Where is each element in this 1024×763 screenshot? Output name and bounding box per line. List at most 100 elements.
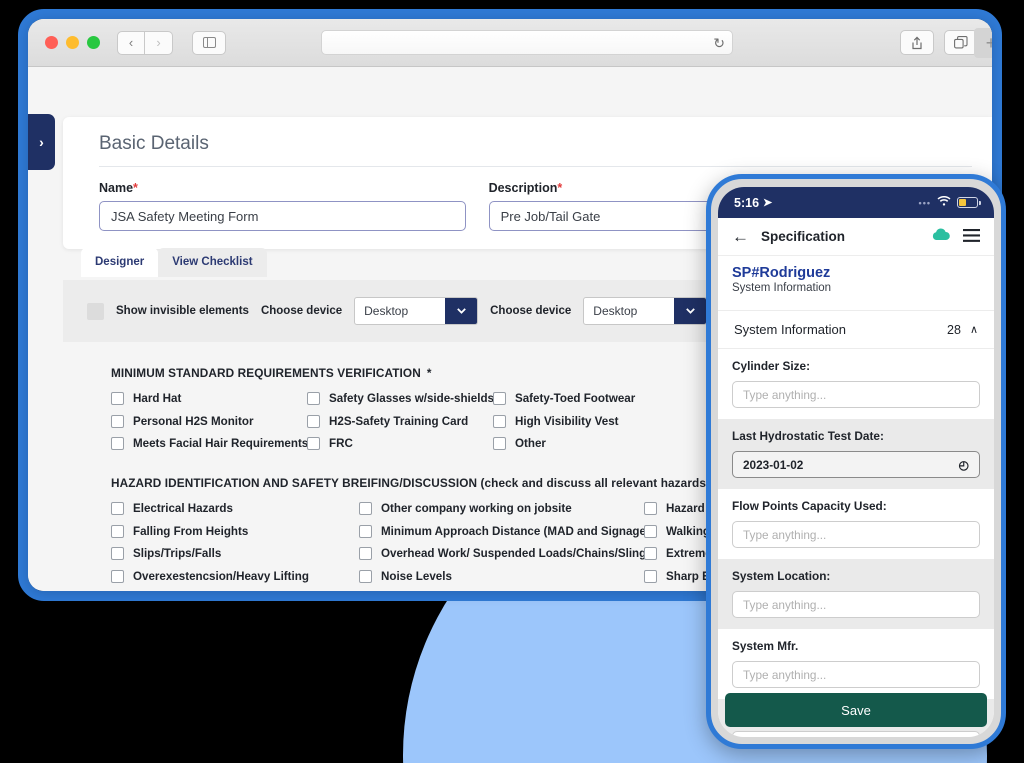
phone-form-list: Cylinder Size: Type anything... Last Hyd… <box>718 349 994 737</box>
checkbox-icon[interactable] <box>111 392 124 405</box>
checklist-item[interactable]: Minimum Approach Distance (MAD and Signa… <box>359 524 650 538</box>
checklist-item[interactable]: Overexestencsion/Heavy Lifting <box>111 569 359 583</box>
checklist-item[interactable]: Falling From Heights <box>111 524 359 538</box>
checkbox-icon[interactable] <box>493 414 506 428</box>
checkbox-icon[interactable] <box>307 437 320 450</box>
back-arrow-icon[interactable]: ← <box>732 227 749 247</box>
field-label: System Mfr. <box>732 639 799 653</box>
name-label: Name* <box>99 181 138 195</box>
location-arrow-icon: ➤ <box>763 197 773 209</box>
checkbox-icon[interactable] <box>111 547 124 560</box>
field-input[interactable]: 2023-01-02 ◴ <box>732 451 980 478</box>
minimize-window-button[interactable] <box>66 36 79 49</box>
checkbox-icon[interactable] <box>359 524 372 538</box>
reload-icon[interactable]: ↻ <box>713 36 725 50</box>
signal-dots-icon: ••• <box>918 197 931 208</box>
section-accordion-system-information[interactable]: System Information 28 ∧ <box>718 310 994 349</box>
new-tab-button[interactable]: + <box>974 28 992 58</box>
checkbox-icon[interactable] <box>644 569 657 583</box>
forward-icon[interactable]: › <box>145 30 173 55</box>
tab-view-checklist[interactable]: View Checklist <box>158 248 267 277</box>
checkbox-icon[interactable] <box>111 502 124 515</box>
device-select-1-value: Desktop <box>364 304 409 318</box>
checklist-item[interactable]: High Visibility Vest <box>493 414 635 428</box>
device-select-1[interactable]: Desktop <box>354 297 479 325</box>
field-input[interactable]: Type anything... <box>732 381 980 408</box>
hamburger-menu-icon[interactable] <box>963 228 980 245</box>
checklist-item[interactable]: Other <box>493 437 635 450</box>
checklist-item[interactable]: Other company working on jobsite <box>359 502 644 515</box>
address-bar[interactable]: ↻ <box>321 30 733 55</box>
checklist-column: Electrical Hazards Falling From Heights … <box>111 502 359 591</box>
screenshot-stage: ‹ › ↻ + › Basic Details Name* JSA Safety… <box>0 0 1024 763</box>
name-field-group: Name* JSA Safety Meeting Form <box>99 181 466 231</box>
checkbox-icon[interactable] <box>307 414 320 428</box>
tab-designer[interactable]: Designer <box>81 248 159 277</box>
maximize-window-button[interactable] <box>87 36 100 49</box>
field-label: Last Hydrostatic Test Date: <box>732 429 884 443</box>
checkbox-icon[interactable] <box>644 547 657 560</box>
checklist-item[interactable]: Safety Glasses w/side-shields <box>307 392 494 405</box>
checkbox-icon[interactable] <box>493 437 506 450</box>
close-window-button[interactable] <box>45 36 58 49</box>
browser-toolbar: ‹ › ↻ + <box>28 19 992 67</box>
checklist-item[interactable]: Noise Levels <box>359 569 644 583</box>
checklist-item[interactable]: Personal H2S Monitor <box>111 414 307 428</box>
checklist-item[interactable]: Meets Facial Hair Requirements <box>111 437 308 450</box>
device-select-2[interactable]: Desktop <box>583 297 708 325</box>
required-marker: * <box>133 181 138 195</box>
status-indicators: ••• <box>918 195 981 209</box>
checklist-item[interactable]: Slips/Trips/Falls <box>111 547 359 560</box>
save-button[interactable]: Save <box>725 693 987 727</box>
checklist-item[interactable]: Safety-Toed Footwear <box>493 392 635 405</box>
battery-icon <box>957 197 981 208</box>
checklist-item[interactable]: H2S-Safety Training Card <box>307 414 493 428</box>
checklist-column: Other company working on jobsite Minimum… <box>359 502 653 591</box>
checkbox-icon[interactable] <box>111 524 124 538</box>
checklist-item[interactable]: Hard Hat <box>111 392 307 405</box>
checkbox-icon[interactable] <box>307 392 320 405</box>
status-time: 5:16 <box>734 195 760 210</box>
field-group-cylinder-size: Cylinder Size: Type anything... <box>718 349 994 419</box>
sidebar-toggle-icon[interactable] <box>192 30 226 55</box>
view-tabs: Designer View Checklist <box>81 248 267 277</box>
checkbox-icon[interactable] <box>111 414 124 428</box>
checklist-item[interactable]: Electrical Hazards <box>111 502 359 515</box>
clock-icon[interactable]: ◴ <box>959 458 969 472</box>
checklist-column: Safety Glasses w/side-shields H2S-Safety… <box>307 392 494 450</box>
required-marker: * <box>557 181 563 195</box>
field-input[interactable]: Type anything... <box>732 591 980 618</box>
phone-status-bar: 5:16 ➤ ••• <box>718 187 994 218</box>
field-group-system-location: System Location: Type anything... <box>718 559 994 629</box>
share-icon[interactable] <box>900 30 934 55</box>
chevron-down-icon[interactable] <box>674 298 707 324</box>
field-input[interactable]: Type anything... <box>732 521 980 548</box>
checklist-item[interactable]: FRC <box>307 437 493 450</box>
window-traffic-lights <box>45 36 100 49</box>
checkbox-icon[interactable] <box>644 502 657 515</box>
name-input[interactable]: JSA Safety Meeting Form <box>99 201 466 231</box>
field-label: System Location: <box>732 569 831 583</box>
checkbox-icon[interactable] <box>359 569 372 583</box>
sidebar-expand-button[interactable]: › <box>28 114 55 170</box>
field-group-last-hydrostatic-test-date: Last Hydrostatic Test Date: 2023-01-02 ◴ <box>718 419 994 489</box>
show-invisible-checkbox[interactable] <box>87 302 104 320</box>
checkbox-icon[interactable] <box>111 437 124 450</box>
checkbox-icon[interactable] <box>359 547 372 560</box>
chevron-up-icon[interactable]: ∧ <box>970 323 978 336</box>
field-group-system-mfr: System Mfr. Type anything... <box>718 629 994 699</box>
field-label: Flow Points Capacity Used: <box>732 499 887 513</box>
phone-app-bar: ← Specification <box>718 218 994 256</box>
checkbox-icon[interactable] <box>111 569 124 583</box>
checkbox-icon[interactable] <box>644 524 657 538</box>
record-header: SP#Rodriguez System Information <box>718 256 994 304</box>
checkbox-icon[interactable] <box>359 502 372 515</box>
checklist-item[interactable]: Overhead Work/ Suspended Loads/Chains/Sl… <box>359 547 653 560</box>
chevron-down-icon[interactable] <box>445 298 478 324</box>
field-input[interactable]: Type anything... <box>732 731 980 737</box>
back-icon[interactable]: ‹ <box>117 30 145 55</box>
cloud-icon[interactable] <box>931 227 951 246</box>
checkbox-icon[interactable] <box>493 392 506 405</box>
field-input[interactable]: Type anything... <box>732 661 980 688</box>
tabs-overview-icon[interactable] <box>944 30 978 55</box>
